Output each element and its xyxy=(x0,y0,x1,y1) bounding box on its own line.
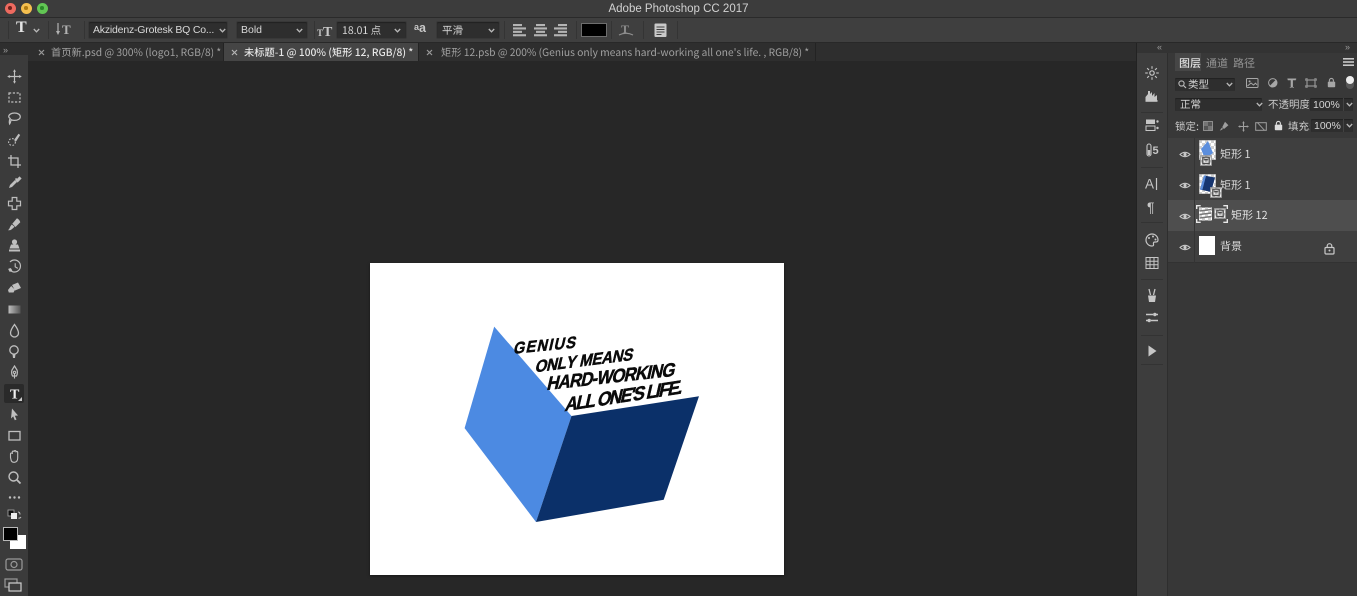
svg-text:A: A xyxy=(1145,177,1154,192)
svg-text:5: 5 xyxy=(1153,145,1159,157)
svg-text:¶: ¶ xyxy=(1147,199,1155,215)
